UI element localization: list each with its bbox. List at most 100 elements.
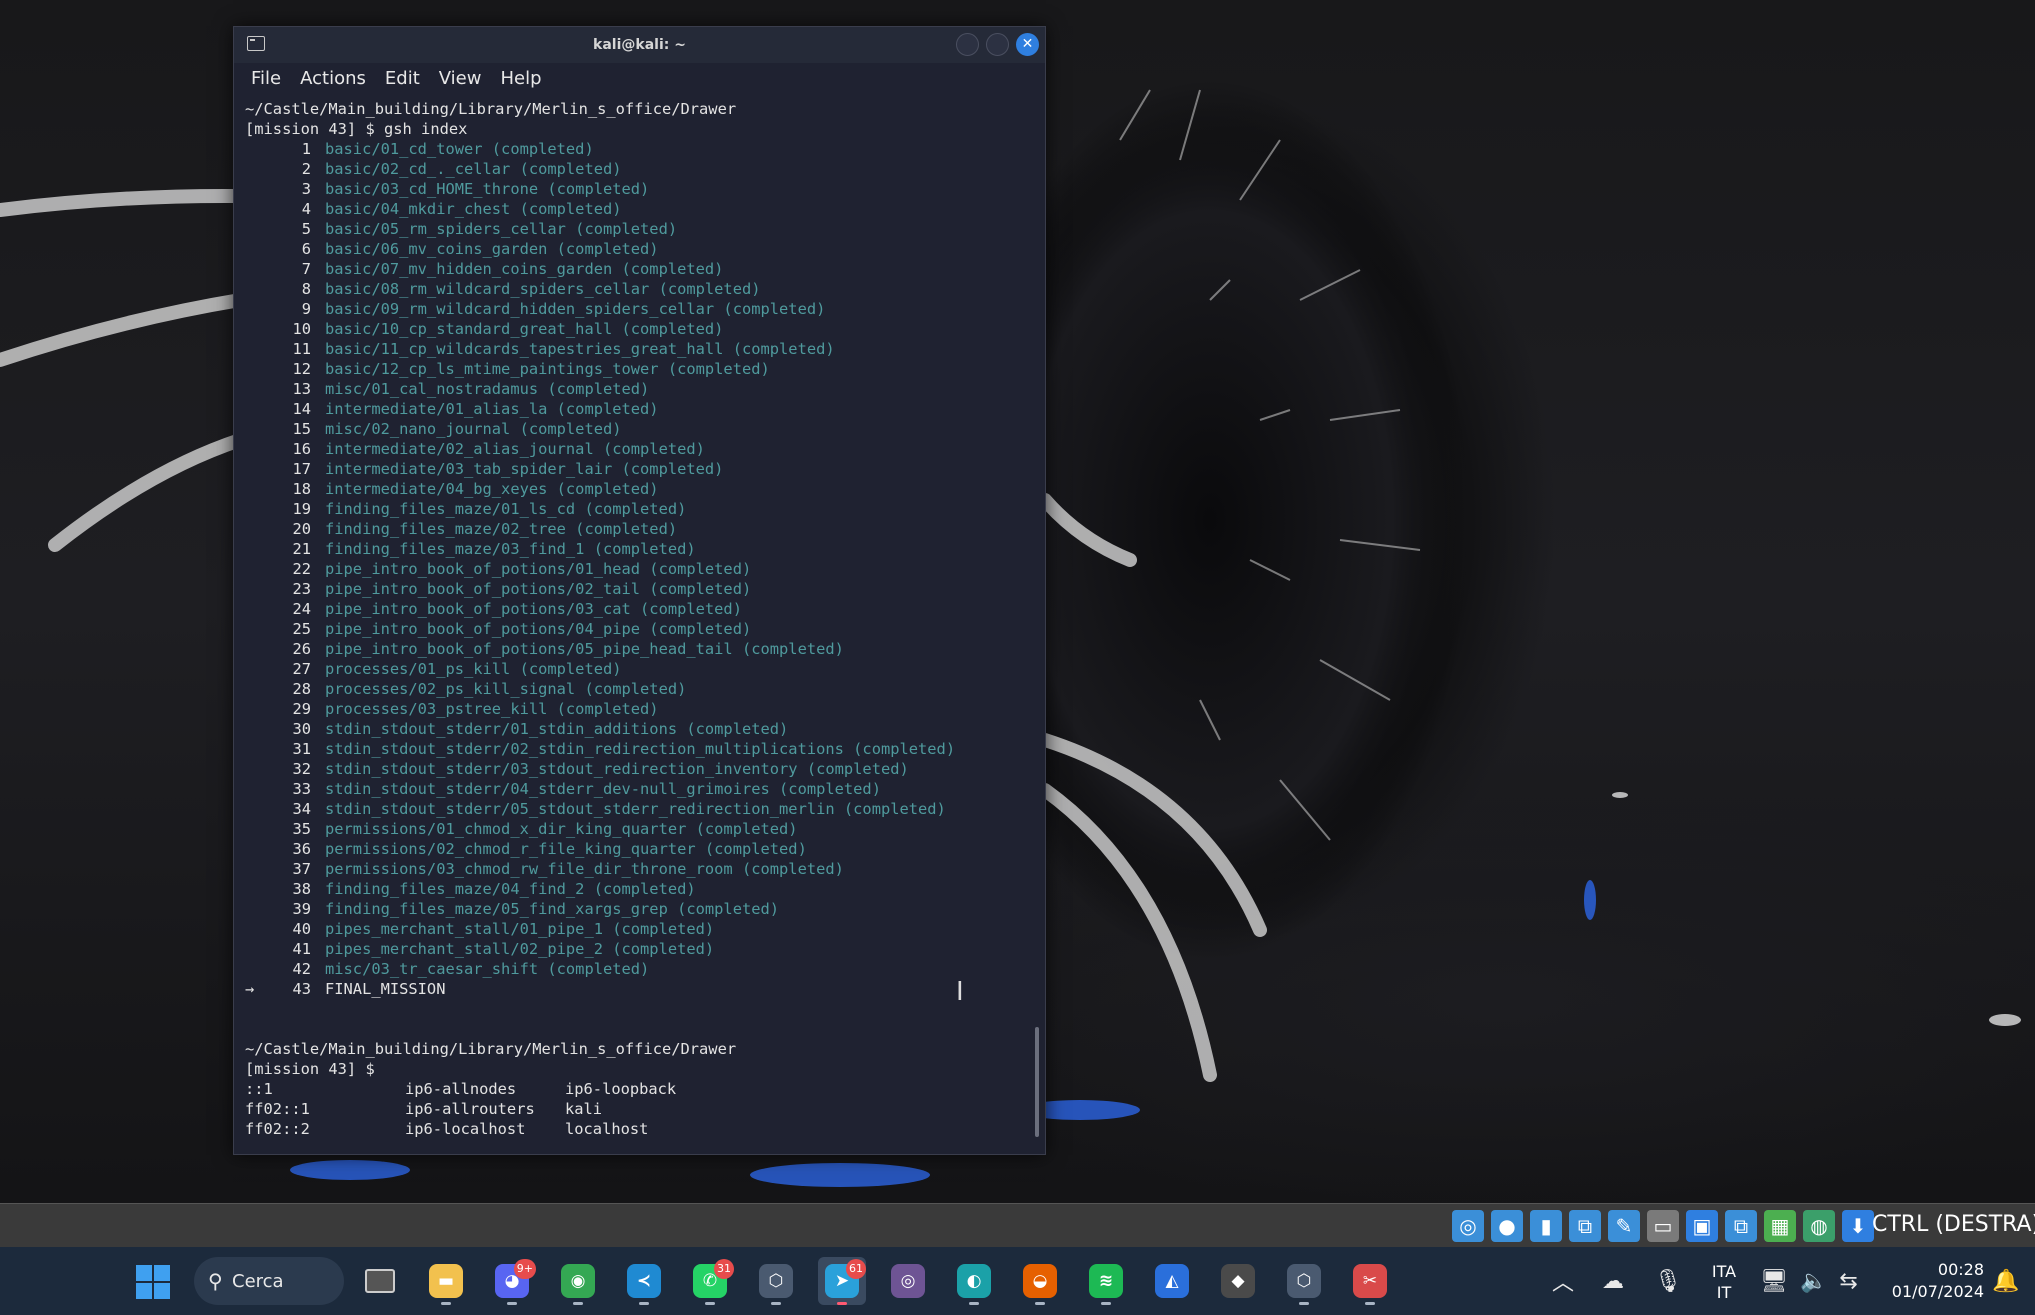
kali-icon: ◭ [1155, 1264, 1189, 1298]
taskbar-app-spotify[interactable]: ≋ [1082, 1257, 1130, 1305]
audio-icon[interactable]: ▮ [1530, 1210, 1562, 1242]
task-row: 4 basic/04_mkdir_chest (completed) [245, 199, 1025, 219]
virtualbox-status-bar: ◎ ● ▮ ⧉ ✎ ▭ ▣ ⧉ ▦ ◍ ⬇ CTRL (DESTRA) [0, 1203, 2035, 1248]
task-row: 37 permissions/03_chmod_rw_file_dir_thron… [245, 859, 1025, 879]
task-row: 20 finding_files_maze/02_tree (completed) [245, 519, 1025, 539]
host-entry: ff02::2 [245, 1120, 310, 1138]
taskbar-app-vscode[interactable]: ≺ [620, 1257, 668, 1305]
host-entry: ip6-localhost [405, 1120, 526, 1138]
task-number: 13 [292, 380, 311, 398]
display-icon[interactable]: ▣ [1686, 1210, 1718, 1242]
task-name: intermediate/03_tab_spider_lair (complet… [325, 460, 724, 478]
task-list: 1 basic/01_cd_tower (completed) 2 basic/02_… [245, 139, 1025, 979]
taskbar-app-whatsapp[interactable]: ✆ 31 [686, 1257, 734, 1305]
task-name: basic/03_cd_HOME_throne (completed) [325, 180, 650, 198]
taskbar-app-chrome[interactable]: ◉ [554, 1257, 602, 1305]
task-number: 33 [292, 780, 311, 798]
taskbar-app-unity[interactable]: ◆ [1214, 1257, 1262, 1305]
task-number: 14 [292, 400, 311, 418]
network-icon[interactable]: ⧉ [1569, 1210, 1601, 1242]
microphone-icon[interactable]: 🎙 [1654, 1269, 1682, 1294]
prompt-path: ~/Castle/Main_building/Library/Merlin_s_… [245, 1040, 737, 1058]
file-explorer-icon: ▬ [429, 1264, 463, 1298]
task-name: FINAL_MISSION [325, 980, 446, 998]
unity-icon: ◆ [1221, 1264, 1255, 1298]
terminal-window[interactable]: kali@kali: ~ ✕ File Actions Edit View He… [233, 26, 1046, 1155]
terminal-output[interactable]: ~/Castle/Main_building/Library/Merlin_s_… [245, 99, 1025, 1145]
time: 00:28 [1937, 1260, 1984, 1279]
task-name: stdin_stdout_stderr/04_stderr_dev-null_g… [325, 780, 881, 798]
onedrive-icon[interactable]: ☁ [1602, 1269, 1624, 1294]
host-entry: ip6-allnodes [405, 1080, 517, 1098]
task-number: 17 [292, 460, 311, 478]
optical-drive-icon[interactable]: ● [1491, 1210, 1523, 1242]
github-icon: ◎ [891, 1264, 925, 1298]
task-number: 23 [292, 580, 311, 598]
cpu-icon[interactable]: ▦ [1764, 1210, 1796, 1242]
task-row: 19 finding_files_maze/01_ls_cd (completed… [245, 499, 1025, 519]
chevron-up-icon[interactable]: ︿ [1552, 1265, 1574, 1297]
taskbar-app-discord[interactable]: ◕ 9+ [488, 1257, 536, 1305]
taskbar-app-github[interactable]: ◎ [884, 1257, 932, 1305]
menu-help[interactable]: Help [500, 68, 550, 89]
taskbar-app-virtualbox-cube[interactable]: ⬡ [752, 1257, 800, 1305]
taskbar-app-snipping-tool[interactable]: ✂ [1346, 1257, 1394, 1305]
search-label: Cerca [232, 1270, 284, 1292]
task-number: 29 [292, 700, 311, 718]
mouse-integration-icon[interactable]: ◍ [1803, 1210, 1835, 1242]
current-arrow: → [245, 980, 255, 998]
search-button[interactable]: ⚲ Cerca [194, 1257, 344, 1305]
menu-edit[interactable]: Edit [385, 68, 429, 89]
recording-icon[interactable]: ⧉ [1725, 1210, 1757, 1242]
task-row: 7 basic/07_mv_hidden_coins_garden (comple… [245, 259, 1025, 279]
task-number: 43 [292, 980, 311, 998]
taskbar-app-kali[interactable]: ◭ [1148, 1257, 1196, 1305]
taskbar-app-virtualbox[interactable]: ⬡ [1280, 1257, 1328, 1305]
title-bar[interactable]: kali@kali: ~ ✕ [234, 27, 1045, 63]
task-number: 22 [292, 560, 311, 578]
quick-settings[interactable]: 🖥 🔈 ⇆ [1760, 1247, 1858, 1315]
prompt-command: [mission 43] $ gsh index [245, 120, 468, 138]
menu-file[interactable]: File [251, 68, 290, 89]
notifications-button[interactable]: 🔔 [1992, 1247, 2019, 1315]
taskbar-app-telegram[interactable]: ➤ 61 [818, 1257, 866, 1305]
maximize-button[interactable] [986, 33, 1009, 56]
shared-folder-icon[interactable]: ▭ [1647, 1210, 1679, 1242]
start-button[interactable] [136, 1265, 170, 1299]
taskbar-app-file-explorer[interactable]: ▬ [422, 1257, 470, 1305]
clock[interactable]: 00:28 01/07/2024 [1880, 1259, 1984, 1303]
task-row: 18 intermediate/04_bg_xeyes (completed) [245, 479, 1025, 499]
task-number: 6 [301, 240, 311, 258]
task-name: finding_files_maze/05_find_xargs_grep (c… [325, 900, 780, 918]
menu-view[interactable]: View [439, 68, 491, 89]
taskbar-app-edge[interactable]: ◐ [950, 1257, 998, 1305]
firefox-icon: ◒ [1023, 1264, 1057, 1298]
task-name: basic/02_cd_._cellar (completed) [325, 160, 622, 178]
close-button[interactable]: ✕ [1016, 33, 1039, 56]
menu-actions[interactable]: Actions [300, 68, 375, 89]
task-number: 31 [292, 740, 311, 758]
task-number: 1 [301, 140, 311, 158]
minimize-button[interactable] [956, 33, 979, 56]
language-indicator[interactable]: ITA IT [1704, 1261, 1744, 1303]
terminal-app-icon[interactable] [247, 36, 265, 51]
scrollbar[interactable] [1035, 1027, 1039, 1137]
download-icon[interactable]: ⬇ [1842, 1210, 1874, 1242]
taskbar-app-firefox[interactable]: ◒ [1016, 1257, 1064, 1305]
task-row: 2 basic/02_cd_._cellar (completed) [245, 159, 1025, 179]
window-controls: ✕ [956, 33, 1039, 56]
task-name: basic/09_rm_wildcard_hidden_spiders_cell… [325, 300, 826, 318]
prompt-path: ~/Castle/Main_building/Library/Merlin_s_… [245, 100, 737, 118]
task-name: basic/10_cp_standard_great_hall (complet… [325, 320, 724, 338]
task-view-button[interactable] [356, 1257, 404, 1305]
snipping-tool-icon: ✂ [1353, 1264, 1387, 1298]
notification-badge: 61 [846, 1259, 866, 1279]
hard-disk-icon[interactable]: ◎ [1452, 1210, 1484, 1242]
task-row: 28 processes/02_ps_kill_signal (completed… [245, 679, 1025, 699]
task-name: pipe_intro_book_of_potions/02_tail (comp… [325, 580, 752, 598]
task-name: permissions/02_chmod_r_file_king_quarter… [325, 840, 807, 858]
bell-icon: 🔔 [1992, 1268, 2020, 1294]
hosts-row: ff02::1 ip6-allrouters kali [245, 1099, 1025, 1119]
task-row: 26 pipe_intro_book_of_potions/05_pipe_hea… [245, 639, 1025, 659]
usb-icon[interactable]: ✎ [1608, 1210, 1640, 1242]
